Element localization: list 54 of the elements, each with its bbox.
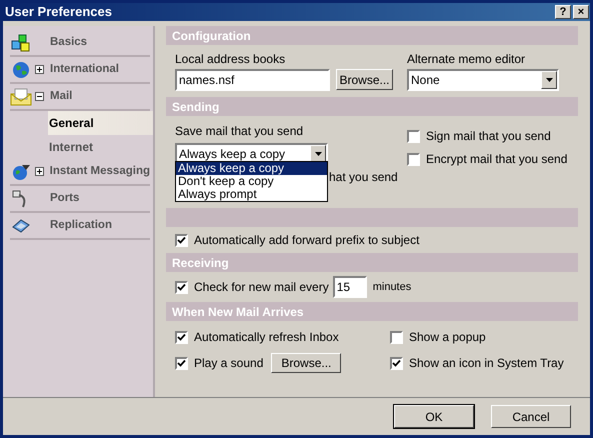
envelope-icon xyxy=(10,88,32,106)
checkbox-label: Play a sound xyxy=(194,355,264,372)
section-header: Receiving xyxy=(166,253,578,272)
blocks-icon xyxy=(11,34,31,52)
checkbox-label: Show a popup xyxy=(409,329,486,346)
section-header: Sending xyxy=(166,97,578,116)
sidebar-item[interactable]: Instant Messaging xyxy=(10,159,150,186)
checkbox[interactable] xyxy=(175,356,188,370)
close-button[interactable]: × xyxy=(573,5,589,19)
checkbox-label: Automatically refresh Inbox xyxy=(194,329,339,346)
window-title: User Preferences xyxy=(5,3,112,22)
sidebar-item[interactable]: Replication xyxy=(10,213,150,240)
sidebar-subitem[interactable]: General xyxy=(48,111,153,135)
checkbox-label: Check for new mail every xyxy=(194,279,329,296)
field-label: Alternate memo editor xyxy=(407,51,526,68)
globe-icon xyxy=(10,162,31,180)
checkbox-label: Show an icon in System Tray xyxy=(409,355,564,372)
section-header: Configuration xyxy=(166,26,578,45)
field-label: Save mail that you send xyxy=(175,123,304,140)
browse-button[interactable]: Browse... xyxy=(271,353,342,373)
browse-button[interactable]: Browse... xyxy=(336,69,393,90)
dropdown-option[interactable]: Don't keep a copy xyxy=(176,175,327,188)
address-books-field[interactable]: names.nsf xyxy=(175,69,330,91)
caret-icon xyxy=(541,71,557,89)
collapse-icon[interactable] xyxy=(35,92,44,101)
unit-label: minutes xyxy=(372,280,412,295)
device-icon xyxy=(11,216,31,234)
cancel-button[interactable]: Cancel xyxy=(491,405,571,428)
checkbox-label: Automatically add forward prefix to subject xyxy=(194,232,420,249)
checkbox-label: hat you send xyxy=(329,169,398,186)
dropdown-option[interactable]: Always prompt xyxy=(176,188,327,201)
section-header: When New Mail Arrives xyxy=(166,302,578,321)
checkbox[interactable] xyxy=(407,130,420,142)
dropdown-option[interactable]: Always keep a copy xyxy=(176,162,327,175)
memo-editor-dropdown[interactable]: None xyxy=(407,69,559,91)
sidebar-item[interactable]: International xyxy=(10,57,150,84)
expand-icon[interactable] xyxy=(34,167,44,176)
ok-button[interactable]: OK xyxy=(394,405,474,428)
field-label: Local address books xyxy=(175,51,286,68)
checkbox-label: Encrypt mail that you send xyxy=(426,151,568,168)
sidebar-item[interactable]: Basics xyxy=(10,30,150,57)
sidebar-item[interactable]: Ports xyxy=(10,186,150,213)
checkbox[interactable] xyxy=(175,234,188,246)
checkbox[interactable] xyxy=(175,330,188,344)
sidebar-subitem[interactable]: Internet xyxy=(48,135,153,159)
checkbox[interactable] xyxy=(407,152,420,166)
checkbox[interactable] xyxy=(390,330,403,344)
globe-icon xyxy=(12,60,30,78)
expand-icon[interactable] xyxy=(35,65,44,74)
checkbox-label: Sign mail that you send xyxy=(426,128,551,145)
checkbox[interactable] xyxy=(175,280,188,294)
checkbox[interactable] xyxy=(390,356,403,370)
help-button[interactable]: ? xyxy=(555,5,571,19)
interval-field[interactable]: 15 xyxy=(332,276,367,298)
